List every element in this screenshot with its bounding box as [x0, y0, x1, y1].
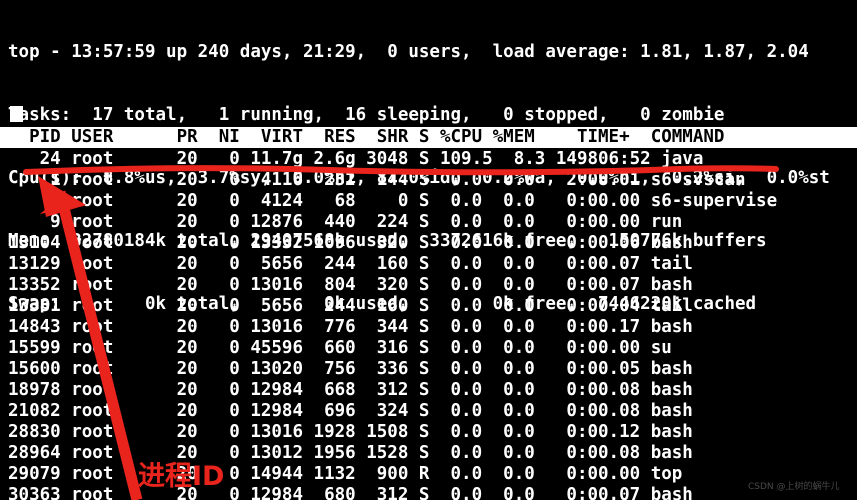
process-row: 13104 root 20 0 13332 1096 320 S 0.0 0.0… — [8, 233, 693, 253]
process-row: 1 root 20 0 4116 232 144 S 0.0 0.0 2:08.… — [8, 170, 746, 190]
process-row: 30363 root 20 0 12984 680 312 S 0.0 0.0 … — [8, 485, 693, 500]
process-row: 9 root 20 0 12876 440 224 S 0.0 0.0 0:00… — [8, 212, 683, 232]
process-row: 13381 root 20 0 5656 244 160 S 0.0 0.0 0… — [8, 296, 693, 316]
process-row: 21082 root 20 0 12984 696 324 S 0.0 0.0 … — [8, 401, 693, 421]
process-row: 6 root 20 0 4124 68 0 S 0.0 0.0 0:00.00 … — [8, 191, 778, 211]
process-row: 15600 root 20 0 13020 756 336 S 0.0 0.0 … — [8, 359, 693, 379]
process-row: 24 root 20 0 11.7g 2.6g 3048 S 109.5 8.3… — [8, 149, 704, 169]
process-row: 28964 root 20 0 13012 1956 1528 S 0.0 0.… — [8, 443, 693, 463]
process-table-body: 24 root 20 0 11.7g 2.6g 3048 S 109.5 8.3… — [0, 149, 857, 500]
terminal-screen: top - 13:57:59 up 240 days, 21:29, 0 use… — [0, 0, 857, 500]
process-row: 15599 root 20 0 45596 660 316 S 0.0 0.0 … — [8, 338, 672, 358]
summary-line-uptime: top - 13:57:59 up 240 days, 21:29, 0 use… — [8, 42, 809, 62]
terminal-cursor — [10, 106, 23, 122]
process-row: 13352 root 20 0 13016 804 320 S 0.0 0.0 … — [8, 275, 693, 295]
summary-line-tasks: Tasks: 17 total, 1 running, 16 sleeping,… — [8, 105, 725, 125]
process-row: 13129 root 20 0 5656 244 160 S 0.0 0.0 0… — [8, 254, 693, 274]
process-row: 29079 root 20 0 14944 1132 900 R 0.0 0.0… — [8, 464, 683, 484]
process-table-header: PID USER PR NI VIRT RES SHR S %CPU %MEM … — [0, 127, 857, 148]
process-row: 18978 root 20 0 12984 668 312 S 0.0 0.0 … — [8, 380, 693, 400]
process-row: 28830 root 20 0 13016 1928 1508 S 0.0 0.… — [8, 422, 693, 442]
process-row: 14843 root 20 0 13016 776 344 S 0.0 0.0 … — [8, 317, 693, 337]
